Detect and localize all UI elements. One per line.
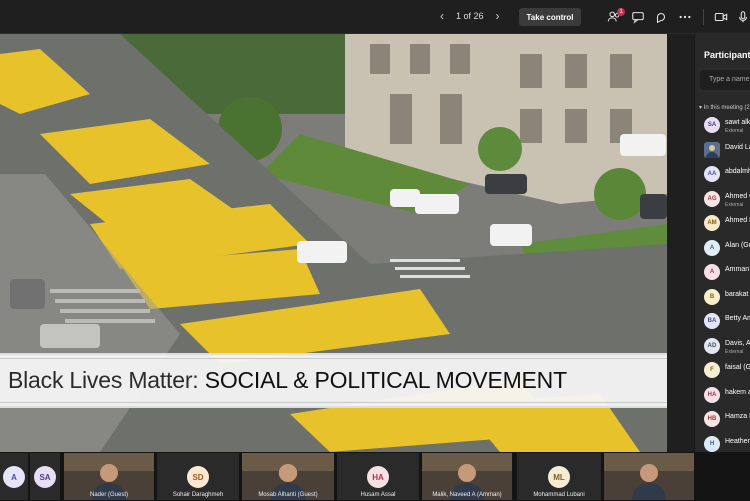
participant-name: barakat — [725, 290, 749, 298]
avatar — [704, 141, 720, 158]
avatar: HA — [704, 386, 720, 403]
participant-row[interactable]: Ffaisal (Gu — [704, 362, 750, 384]
participant-tile-name: Husam Assal — [360, 492, 396, 498]
avatar: AM — [704, 215, 720, 231]
band-rule-bottom — [0, 402, 667, 403]
participant-name: Davis, Al — [725, 339, 750, 347]
avatar: HA — [367, 466, 389, 488]
participant-name: Amman — [725, 266, 750, 273]
avatar: A — [704, 239, 720, 256]
band-rule-top — [0, 358, 667, 359]
slide-counter: 1 of 26 — [456, 11, 484, 21]
avatar: AD — [704, 337, 720, 354]
participant-row[interactable]: Bbarakat — [704, 288, 750, 311]
participant-row[interactable]: HB Hamza B — [704, 411, 750, 433]
chat-icon[interactable] — [630, 9, 646, 25]
avatar: SD — [187, 466, 209, 488]
participant-row[interactable]: A Amman — [704, 264, 750, 286]
camera-icon[interactable] — [713, 9, 729, 25]
participant-tile[interactable]: SA — [30, 453, 60, 500]
participant-search-input[interactable]: Type a name — [700, 70, 750, 90]
participant-name: abdalmh — [725, 168, 750, 175]
participant-row[interactable]: SA sawt alkh External — [704, 117, 750, 139]
avatar: AG — [704, 190, 720, 207]
participant-tile-name: Mosab Alhanti (Guest) — [258, 492, 318, 498]
participant-video-tile[interactable] — [604, 453, 694, 500]
reactions-icon[interactable] — [653, 9, 669, 25]
participant-external-tag: External — [725, 201, 744, 208]
meeting-toolbar: ‹ 1 of 26 › Take control 1 — [0, 0, 750, 34]
video-gallery: A SA Nader (Guest) SD Sohair Daraghmeh Mosab … — [0, 452, 750, 501]
avatar: ML — [548, 466, 570, 488]
participant-name: hakem a — [725, 388, 750, 396]
participant-row[interactable]: AA abdalmh — [704, 166, 750, 188]
slide-title-strong: SOCIAL & POLITICAL MOVEMENT — [204, 367, 567, 393]
participant-name: Heather — [725, 437, 750, 445]
slide-title: Black Lives Matter: SOCIAL & POLITICAL M… — [8, 367, 567, 394]
participant-row[interactable]: AG Ahmed GExternal — [704, 190, 750, 213]
next-slide-button[interactable]: › — [496, 9, 500, 23]
participant-tile-name: Sohair Daraghmeh — [172, 492, 224, 498]
avatar: A — [704, 264, 720, 280]
participant-row[interactable]: BA Betty Am — [704, 313, 750, 335]
participant-tile-name: Nader (Guest) — [89, 492, 128, 498]
participant-name: David La — [725, 143, 750, 151]
shared-slide: Black Lives Matter: SOCIAL & POLITICAL M… — [0, 34, 667, 452]
participant-tile-name: Malik, Naveed A (Amman) — [432, 492, 502, 498]
avatar: AA — [704, 166, 720, 182]
participant-row[interactable]: AD Davis, Al External — [704, 337, 750, 360]
previous-slide-button[interactable]: ‹ — [440, 9, 444, 23]
slide-title-normal: Black Lives Matter: — [8, 367, 205, 393]
participants-badge: 1 — [617, 8, 625, 16]
participant-tile-name: Mohammad Lubani — [533, 492, 585, 498]
avatar: SA — [704, 117, 720, 133]
participant-row[interactable]: A Alan (Gu — [704, 239, 750, 262]
avatar: F — [704, 362, 720, 378]
participant-external-tag: External — [725, 128, 744, 134]
avatar: BA — [704, 313, 720, 329]
participant-row[interactable]: David La — [704, 141, 750, 164]
participant-name: Betty Am — [725, 315, 750, 322]
avatar: SA — [34, 466, 56, 488]
participant-name: faisal (Gu — [725, 364, 750, 371]
toolbar-divider — [703, 9, 704, 25]
avatar: HB — [704, 411, 720, 427]
participant-row[interactable]: AM Ahmed M — [704, 215, 750, 237]
participant-name: Hamza B — [725, 413, 750, 420]
participant-row[interactable]: H Heather — [704, 435, 750, 453]
participant-video-tile[interactable]: Nader (Guest) — [64, 453, 154, 500]
participant-name: Ahmed M — [725, 217, 750, 224]
participant-name: Ahmed G — [725, 192, 750, 200]
participant-name: sawt alkh — [725, 119, 750, 126]
take-control-button[interactable]: Take control — [519, 8, 581, 26]
avatar: A — [3, 466, 25, 488]
in-meeting-label: In this meeting (2 — [703, 105, 750, 111]
participant-external-tag: External — [725, 348, 744, 355]
participant-video-tile[interactable]: Mosab Alhanti (Guest) — [242, 453, 334, 500]
participant-name: Alan (Gu — [725, 241, 750, 249]
slide-navigation: ‹ 1 of 26 › — [440, 9, 500, 23]
participants-title: Participants — [704, 50, 750, 60]
more-icon[interactable] — [677, 9, 693, 25]
participant-tile[interactable]: A — [0, 453, 28, 500]
participants-panel: Participants Type a name ▾ In this meeti… — [694, 34, 750, 452]
participant-tile[interactable]: HA Husam Assal — [337, 453, 419, 500]
participant-tile[interactable]: ML Mohammad Lubani — [517, 453, 601, 500]
slide-title-band: Black Lives Matter: SOCIAL & POLITICAL M… — [0, 353, 667, 408]
participant-video-feed — [604, 453, 694, 500]
avatar: H — [704, 435, 720, 452]
participant-tile[interactable]: SD Sohair Daraghmeh — [157, 453, 239, 500]
mic-icon[interactable] — [735, 9, 750, 25]
participant-row[interactable]: HA hakem a — [704, 386, 750, 409]
avatar: B — [704, 288, 720, 305]
in-meeting-section-header[interactable]: ▾ In this meeting (2 — [699, 104, 750, 111]
participant-video-tile[interactable]: Malik, Naveed A (Amman) — [422, 453, 512, 500]
